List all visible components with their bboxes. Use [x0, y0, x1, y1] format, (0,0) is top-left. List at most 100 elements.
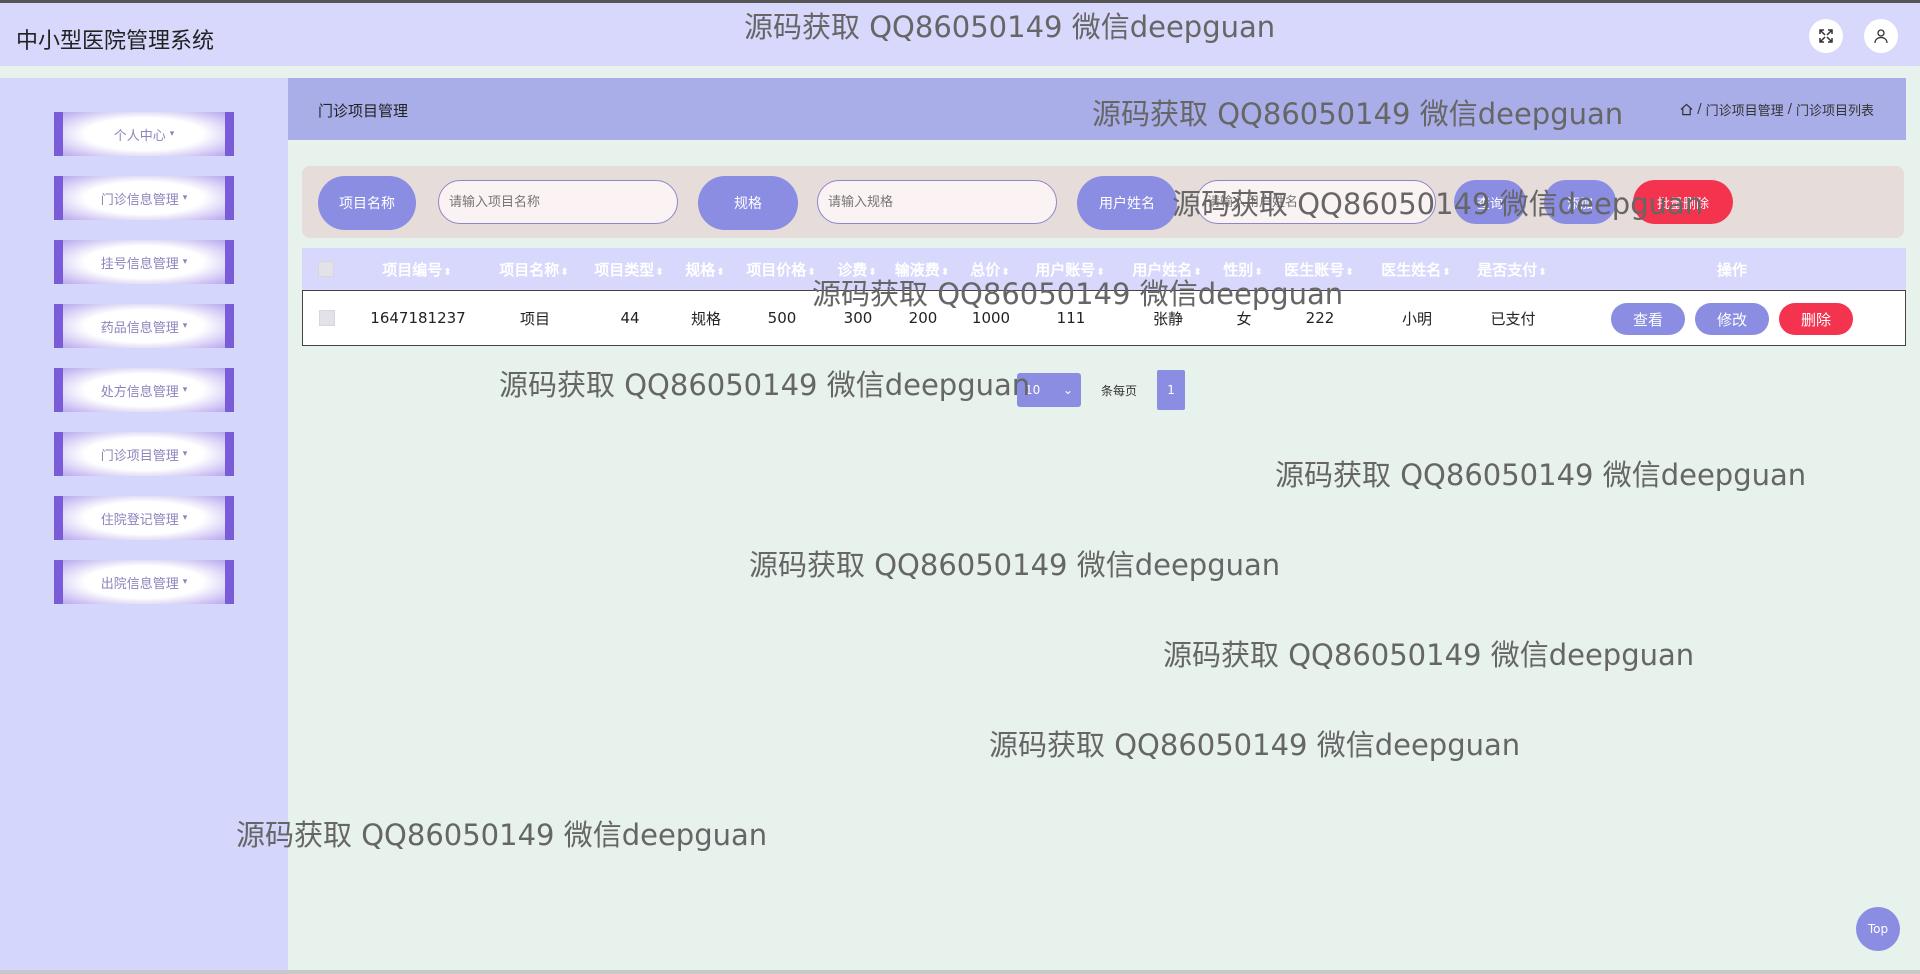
table-cell: 1647181237	[370, 309, 466, 327]
sidebar-item-label: 门诊项目管理	[100, 448, 179, 464]
pagination: 10 ⌄ 条每页 1	[1017, 370, 1186, 410]
sort-icon: ⬍	[1442, 266, 1451, 278]
breadcrumb-level2: 门诊项目列表	[1795, 104, 1874, 119]
sort-icon: ⬍	[807, 266, 816, 278]
watermark-text: 源码获取 QQ86050149 微信deepguan	[499, 368, 1031, 402]
search-bar: 项目名称 规格 用户姓名 查询 添加 批量删除	[302, 166, 1904, 238]
project-name-label: 项目名称	[318, 176, 416, 230]
column-header[interactable]: 医生姓名⬍	[1381, 259, 1450, 280]
chevron-down-icon: ▾	[182, 577, 188, 587]
table-cell: 女	[1236, 309, 1252, 328]
page-number-button[interactable]: 1	[1157, 370, 1186, 410]
chevron-down-icon: ⌄	[1062, 383, 1073, 397]
table-cell: 小明	[1401, 309, 1433, 328]
column-header[interactable]: 用户姓名⬍	[1132, 259, 1201, 280]
sort-icon: ⬍	[655, 266, 664, 278]
column-header[interactable]: 项目价格⬍	[746, 259, 815, 280]
sidebar-item-hospitalization[interactable]: 住院登记管理 ▾	[54, 496, 234, 540]
column-header[interactable]: 项目名称⬍	[499, 259, 568, 280]
table-cell: 张静	[1152, 309, 1184, 328]
column-header[interactable]: 诊费⬍	[837, 259, 876, 280]
table-cell: 222	[1305, 309, 1335, 327]
sort-icon: ⬍	[716, 266, 725, 278]
sidebar-item-personal-center[interactable]: 个人中心 ▾	[54, 112, 234, 156]
sidebar-item-outpatient-project[interactable]: 门诊项目管理 ▾	[54, 432, 234, 476]
select-all-checkbox[interactable]	[318, 261, 334, 277]
sort-icon: ⬍	[1096, 266, 1105, 278]
project-name-input[interactable]	[438, 180, 678, 224]
sidebar-item-discharge[interactable]: 出院信息管理 ▾	[54, 560, 234, 604]
table-cell: 200	[908, 309, 938, 327]
home-icon[interactable]	[1680, 103, 1693, 116]
table-row: 1647181237 项目 44 规格 500 300 200 1000 111…	[302, 290, 1906, 346]
chevron-down-icon: ▾	[182, 513, 188, 523]
watermark-text: 源码获取 QQ86050149 微信deepguan	[989, 728, 1521, 762]
table-header: 项目编号⬍ 项目名称⬍ 项目类型⬍ 规格⬍ 项目价格⬍ 诊费⬍ 输液费⬍ 总价⬍…	[302, 248, 1906, 290]
sidebar-item-label: 挂号信息管理	[100, 256, 179, 272]
sort-icon: ⬍	[1345, 266, 1354, 278]
column-header[interactable]: 项目类型⬍	[594, 259, 663, 280]
chevron-down-icon: ▾	[182, 257, 188, 267]
expand-icon	[1819, 29, 1833, 43]
sidebar-item-registration[interactable]: 挂号信息管理 ▾	[54, 240, 234, 284]
column-header[interactable]: 是否支付⬍	[1477, 259, 1546, 280]
batch-delete-button[interactable]: 批量删除	[1633, 180, 1733, 224]
spec-label: 规格	[698, 176, 798, 230]
back-to-top-button[interactable]: Top	[1856, 907, 1900, 951]
sort-icon: ⬍	[560, 266, 569, 278]
breadcrumb: / 门诊项目管理 / 门诊项目列表	[1680, 100, 1874, 119]
sidebar-item-label: 住院登记管理	[100, 512, 179, 528]
column-header[interactable]: 总价⬍	[970, 259, 1009, 280]
watermark-text: 源码获取 QQ86050149 微信deepguan	[1163, 638, 1695, 672]
sidebar-item-prescription[interactable]: 处方信息管理 ▾	[54, 368, 234, 412]
content-header: 门诊项目管理 / 门诊项目管理 / 门诊项目列表	[288, 78, 1906, 140]
sidebar-item-drug-info[interactable]: 药品信息管理 ▾	[54, 304, 234, 348]
table-cell: 已支付	[1490, 309, 1536, 328]
breadcrumb-separator: /	[1787, 102, 1792, 117]
view-button[interactable]: 查看	[1611, 303, 1685, 335]
row-checkbox[interactable]	[319, 310, 335, 326]
column-header: 操作	[1716, 260, 1748, 279]
user-name-input[interactable]	[1196, 180, 1436, 224]
breadcrumb-level1[interactable]: 门诊项目管理	[1706, 100, 1784, 119]
column-header[interactable]: 医生账号⬍	[1284, 259, 1353, 280]
sidebar-item-outpatient-info[interactable]: 门诊信息管理 ▾	[54, 176, 234, 220]
page-size-select[interactable]: 10 ⌄	[1017, 373, 1081, 407]
query-button[interactable]: 查询	[1454, 180, 1526, 224]
column-header[interactable]: 项目编号⬍	[382, 259, 451, 280]
app-title: 中小型医院管理系统	[16, 29, 215, 54]
sort-icon: ⬍	[1538, 266, 1547, 278]
data-table: 项目编号⬍ 项目名称⬍ 项目类型⬍ 规格⬍ 项目价格⬍ 诊费⬍ 输液费⬍ 总价⬍…	[302, 248, 1906, 346]
sidebar-item-label: 门诊信息管理	[100, 192, 179, 208]
watermark-text: 源码获取 QQ86050149 微信deepguan	[236, 818, 768, 852]
chevron-down-icon: ▾	[169, 129, 175, 139]
table-cell: 规格	[690, 309, 722, 328]
sort-icon: ⬍	[1254, 266, 1263, 278]
sidebar-item-label: 个人中心	[113, 128, 166, 144]
column-header[interactable]: 用户账号⬍	[1035, 259, 1104, 280]
sort-icon: ⬍	[1193, 266, 1202, 278]
bottom-border	[0, 970, 1920, 974]
sidebar: 个人中心 ▾ 门诊信息管理 ▾ 挂号信息管理 ▾ 药品信息管理 ▾ 处方信息管理 ▾ 门诊…	[0, 78, 288, 974]
delete-button[interactable]: 删除	[1779, 303, 1853, 335]
top-header: 中小型医院管理系统	[0, 0, 1920, 66]
column-header[interactable]: 性别⬍	[1223, 259, 1262, 280]
sort-icon: ⬍	[443, 266, 452, 278]
spec-input[interactable]	[817, 180, 1057, 224]
user-icon	[1874, 29, 1888, 44]
breadcrumb-separator: /	[1697, 102, 1702, 117]
table-cell: 项目	[519, 309, 551, 328]
sidebar-item-label: 药品信息管理	[100, 320, 179, 336]
page-title: 门诊项目管理	[318, 102, 409, 120]
chevron-down-icon: ▾	[182, 193, 188, 203]
add-button[interactable]: 添加	[1544, 180, 1616, 224]
user-button[interactable]	[1864, 19, 1898, 53]
sort-icon: ⬍	[940, 266, 950, 278]
table-cell: 500	[767, 309, 797, 327]
table-cell: 300	[843, 309, 873, 327]
fullscreen-button[interactable]	[1809, 19, 1843, 53]
edit-button[interactable]: 修改	[1695, 303, 1769, 335]
column-header[interactable]: 规格⬍	[685, 259, 724, 280]
table-cell: 44	[620, 309, 640, 327]
column-header[interactable]: 输液费⬍	[895, 259, 949, 280]
